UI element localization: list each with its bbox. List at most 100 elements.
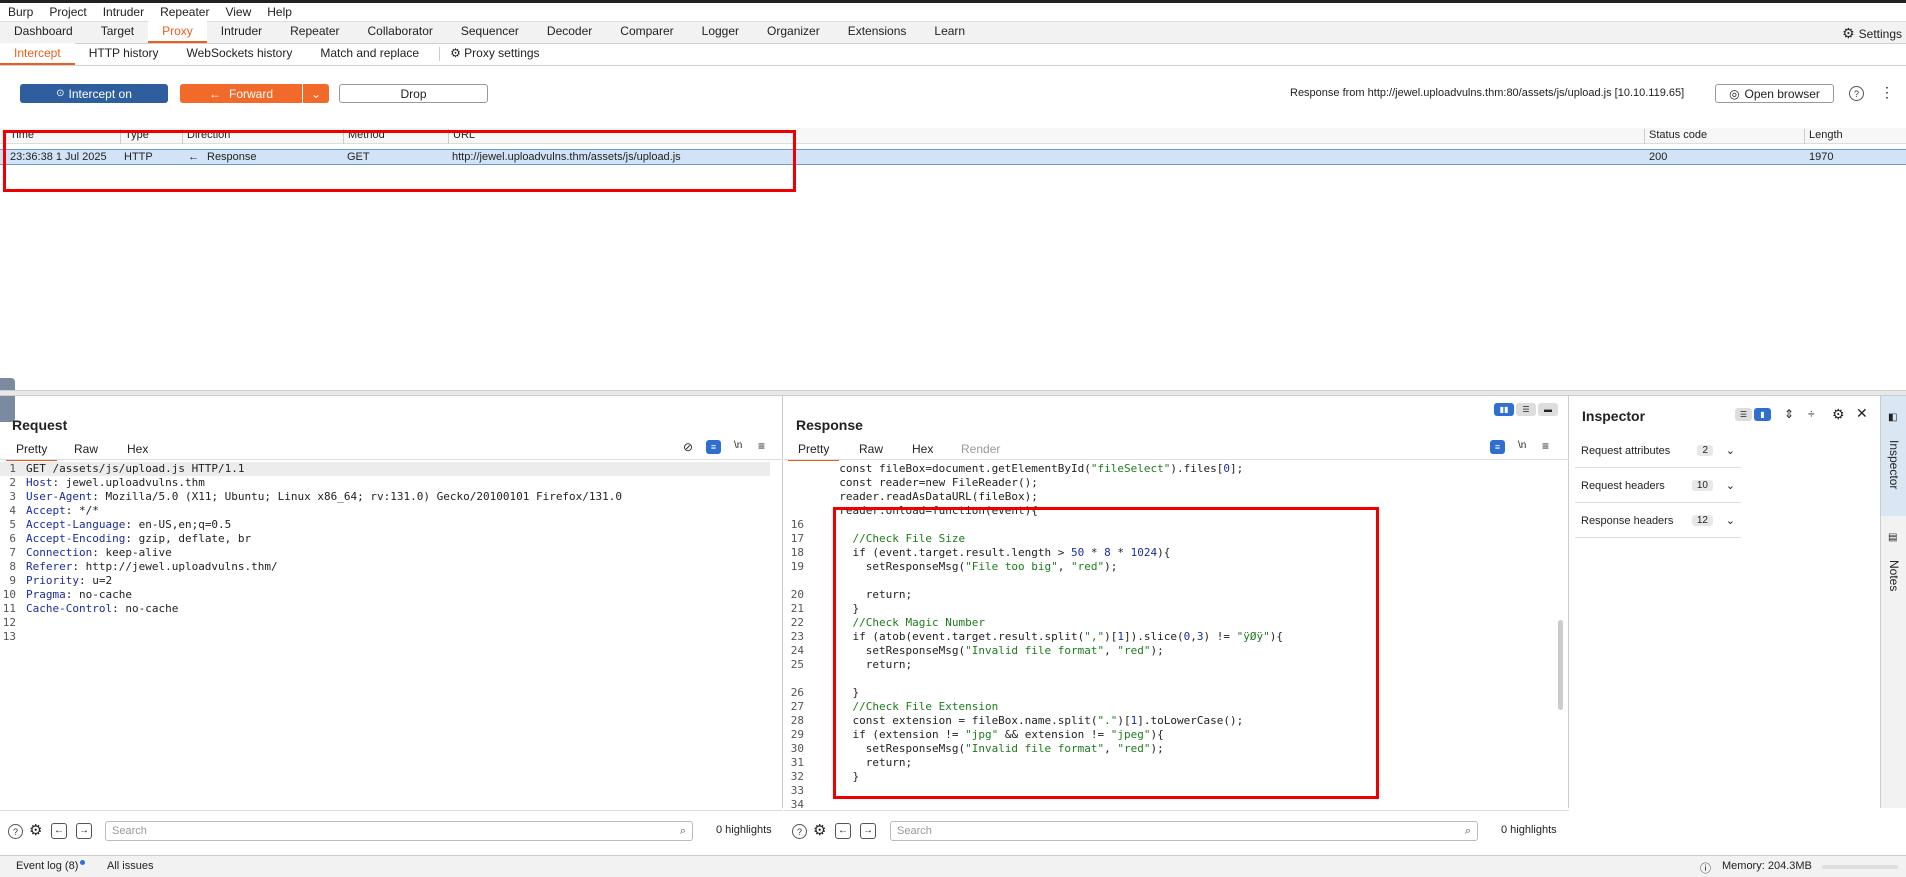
tab-http-history[interactable]: HTTP history [75, 43, 173, 65]
tab-dashboard[interactable]: Dashboard [0, 21, 87, 43]
gear-icon[interactable]: ⚙ [29, 821, 42, 839]
tab-decoder[interactable]: Decoder [533, 21, 606, 43]
gear-icon[interactable]: ⚙ [1832, 406, 1845, 423]
response-line-text: reader.readAsDataURL(fileBox); [826, 490, 1038, 503]
menu-intruder[interactable]: Intruder [95, 5, 152, 19]
hide-icon[interactable]: ⊘ [683, 440, 693, 454]
menu-icon[interactable]: ≡ [758, 439, 765, 453]
request-line-text: Accept: */* [26, 504, 99, 517]
proxy-settings-button[interactable]: ⚙ Proxy settings [446, 43, 553, 65]
inspector-response-headers[interactable]: Response headers 12 ⌄ [1575, 504, 1741, 538]
side-tab-label: Inspector [1887, 440, 1901, 490]
tab-intruder[interactable]: Intruder [207, 21, 276, 43]
request-search-input[interactable]: Search ⌕ [105, 821, 693, 841]
menu-project[interactable]: Project [41, 5, 94, 19]
open-browser-button[interactable]: ◎ Open browser [1715, 84, 1834, 103]
line-number: 16 [790, 518, 804, 531]
section-label: Response headers [1581, 514, 1674, 527]
tab-logger[interactable]: Logger [688, 21, 753, 43]
section-count: 10 [1691, 480, 1713, 491]
layout-split-icon[interactable]: ▮▮ [1494, 403, 1514, 416]
tab-learn[interactable]: Learn [920, 21, 979, 43]
newline-icon[interactable]: \n [1518, 440, 1526, 451]
collapse-icon[interactable]: ÷ [1808, 407, 1815, 421]
highlight-box-table [3, 130, 796, 192]
tab-extensions[interactable]: Extensions [834, 21, 921, 43]
tab-hex[interactable]: Hex [127, 442, 148, 456]
menu-repeater[interactable]: Repeater [152, 5, 217, 19]
menu-view[interactable]: View [217, 5, 259, 19]
forward-button[interactable]: ← Forward [180, 84, 302, 103]
all-issues-link[interactable]: All issues [107, 860, 153, 872]
section-label: Request headers [1581, 479, 1665, 492]
right-side-tabs: ◧ Inspector ▤ Notes [1880, 396, 1906, 808]
split-view-icon[interactable]: ▮ [1754, 408, 1771, 421]
tab-collaborator[interactable]: Collaborator [354, 21, 447, 43]
chevron-down-icon: ⌄ [1725, 480, 1735, 492]
tab-proxy[interactable]: Proxy [148, 21, 207, 43]
drop-button[interactable]: Drop [339, 84, 488, 103]
col-status-code[interactable]: Status code [1644, 129, 1707, 144]
arrow-left-icon[interactable]: ← [835, 823, 851, 839]
intercept-toggle-button[interactable]: ⊙ Intercept on [20, 84, 168, 103]
side-tab-inspector[interactable]: ◧ Inspector [1881, 396, 1906, 516]
tab-raw[interactable]: Raw [74, 442, 98, 456]
request-editor[interactable]: 1 GET /assets/js/upload.js HTTP/1.1 2 Host:… [0, 462, 770, 644]
tab-repeater[interactable]: Repeater [276, 21, 353, 43]
line-number: 10 [2, 588, 16, 601]
request-line-text: Connection: keep-alive [26, 546, 172, 559]
divider [439, 47, 441, 61]
arrow-right-icon[interactable]: → [860, 823, 876, 839]
tab-sequencer[interactable]: Sequencer [447, 21, 533, 43]
expand-icon[interactable]: ⇕ [1784, 407, 1794, 421]
newline-icon[interactable]: \n [734, 440, 742, 451]
row-status: 200 [1649, 151, 1668, 163]
tab-organizer[interactable]: Organizer [753, 21, 834, 43]
inspector-request-headers[interactable]: Request headers 10 ⌄ [1575, 469, 1741, 503]
inspector-view-toggle: ☰ ▮ [1735, 408, 1771, 421]
gear-icon[interactable]: ⚙ [813, 821, 826, 839]
arrow-left-icon[interactable]: ← [51, 823, 67, 839]
response-line: const reader=new FileReader(); [784, 476, 1554, 490]
menu-bar: Burp Project Intruder Repeater View Help [0, 0, 1906, 22]
layout-rows-icon[interactable]: ☰ [1516, 403, 1536, 416]
layout-single-icon[interactable]: ▬ [1538, 403, 1558, 416]
response-title: Response [796, 417, 863, 433]
separator [0, 810, 783, 811]
col-length[interactable]: Length [1804, 129, 1843, 144]
line-number: 9 [9, 574, 16, 587]
response-from-text: Response from http://jewel.uploadvulns.t… [1290, 87, 1685, 99]
drop-label: Drop [400, 86, 427, 101]
settings-button[interactable]: ⚙ Settings [1842, 25, 1902, 42]
arrow-right-icon[interactable]: → [76, 823, 92, 839]
wrap-toggle-icon[interactable]: ≡ [706, 440, 721, 454]
side-tab-notes[interactable]: ▤ Notes [1881, 526, 1906, 606]
tab-render[interactable]: Render [961, 442, 1000, 456]
wrap-toggle-icon[interactable]: ≡ [1490, 440, 1505, 454]
tab-intercept[interactable]: Intercept [0, 43, 75, 65]
chevron-down-icon: ⌄ [310, 86, 322, 101]
help-icon[interactable]: ? [792, 824, 807, 839]
forward-dropdown-button[interactable]: ⌄ [303, 84, 329, 103]
tab-target[interactable]: Target [87, 21, 148, 43]
inspector-request-attributes[interactable]: Request attributes 2 ⌄ [1575, 434, 1741, 468]
arrow-left-icon: ← [208, 86, 221, 101]
tab-hex[interactable]: Hex [912, 442, 933, 456]
menu-help[interactable]: Help [259, 5, 300, 19]
tab-websockets-history[interactable]: WebSockets history [173, 43, 307, 65]
response-line-text: const reader=new FileReader(); [826, 476, 1038, 489]
scrollbar[interactable] [1558, 620, 1563, 710]
list-view-icon[interactable]: ☰ [1735, 408, 1752, 421]
line-number: 2 [9, 476, 16, 489]
help-icon[interactable]: ? [1849, 86, 1864, 101]
help-icon[interactable]: ? [8, 824, 23, 839]
response-search-input[interactable]: Search ⌕ [890, 821, 1478, 841]
kebab-menu-icon[interactable]: ⋮ [1880, 84, 1894, 101]
menu-icon[interactable]: ≡ [1542, 439, 1549, 453]
close-icon[interactable]: ✕ [1856, 405, 1868, 422]
tab-match-and-replace[interactable]: Match and replace [306, 43, 433, 65]
event-log-link[interactable]: Event log (8) [16, 860, 78, 872]
tab-comparer[interactable]: Comparer [606, 21, 687, 43]
tab-raw[interactable]: Raw [859, 442, 883, 456]
menu-burp[interactable]: Burp [0, 5, 41, 19]
